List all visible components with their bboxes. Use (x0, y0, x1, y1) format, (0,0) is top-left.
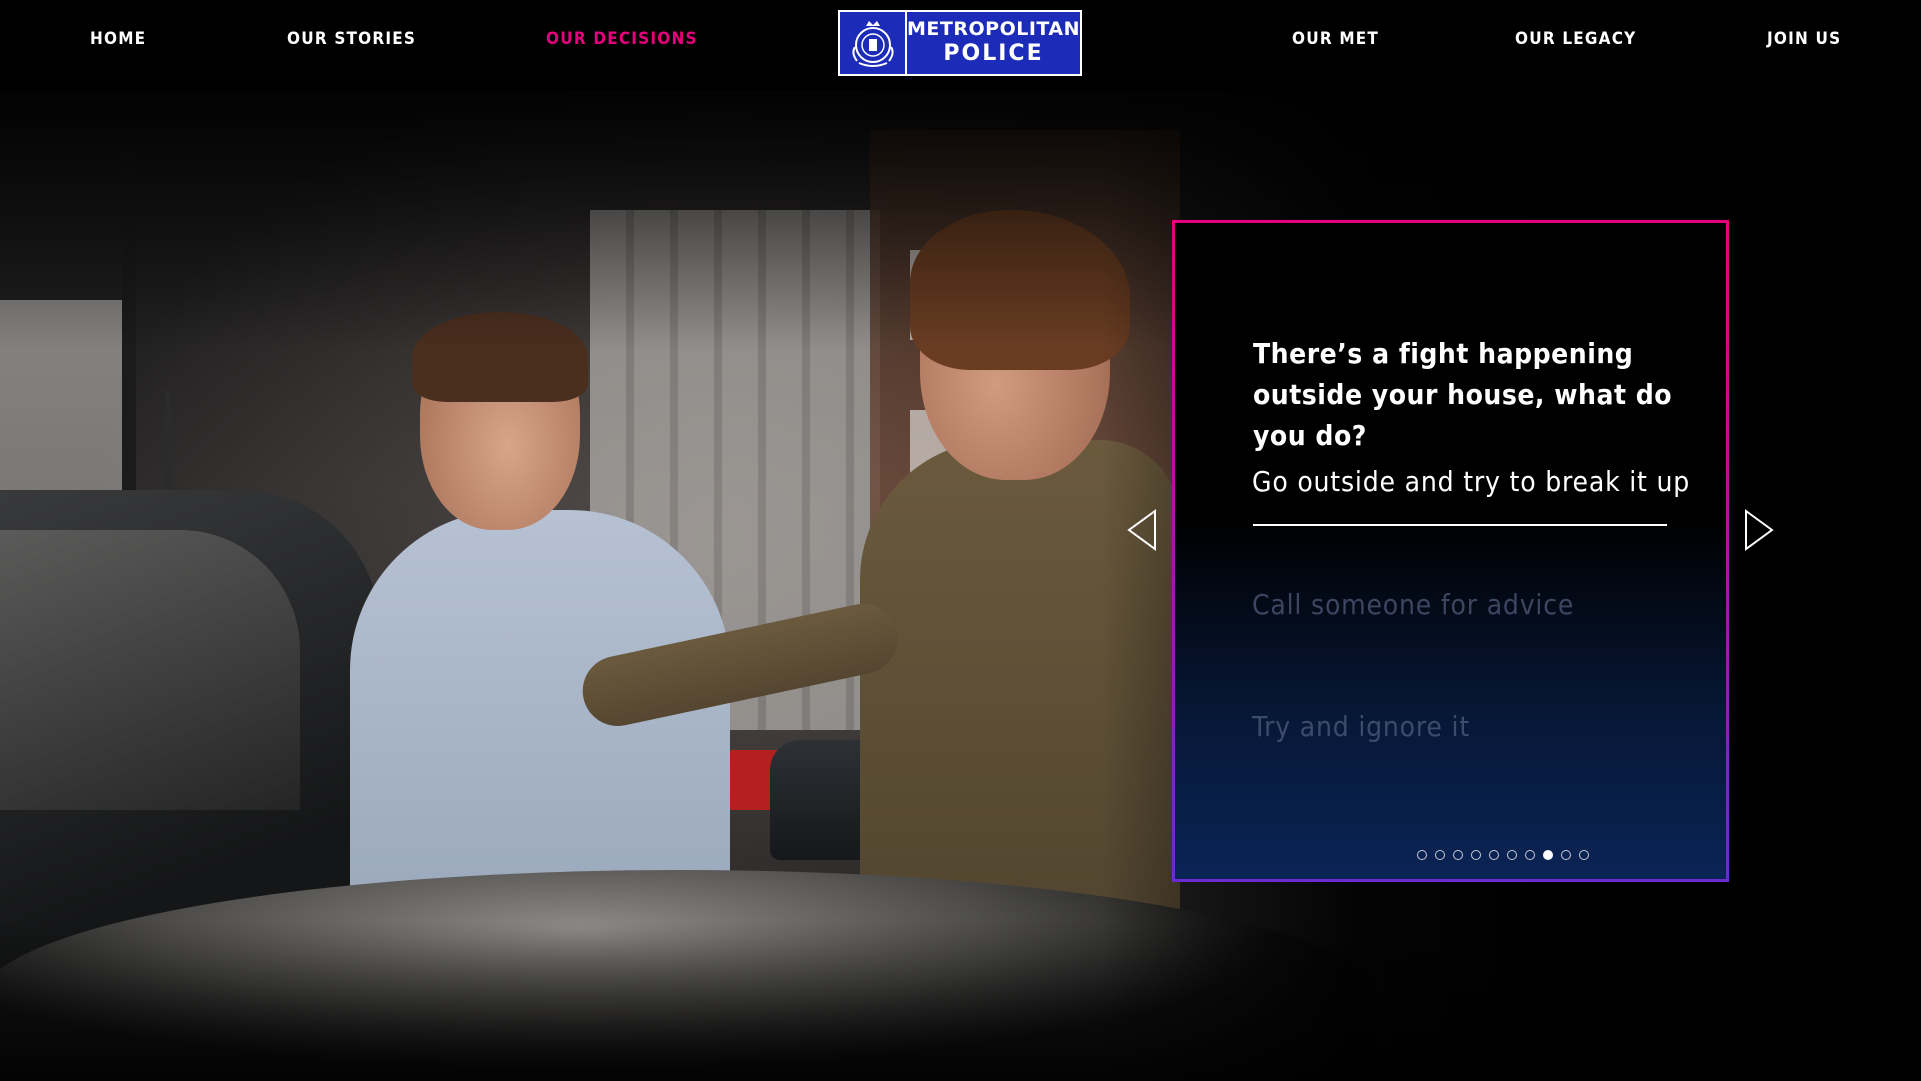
crest-icon (840, 12, 908, 74)
nav-our-decisions[interactable]: OUR DECISIONS (546, 29, 698, 49)
pagination-dot[interactable] (1470, 850, 1481, 860)
nav-join-us[interactable]: JOIN US (1767, 29, 1841, 49)
pagination-dot[interactable] (1416, 850, 1427, 860)
pagination-dot[interactable] (1452, 850, 1463, 860)
answer-option-2[interactable]: Call someone for advice (1252, 588, 1574, 621)
logo-line-1: METROPOLITAN (907, 18, 1080, 41)
pagination-dot[interactable] (1434, 850, 1445, 860)
pagination-dot[interactable] (1578, 850, 1589, 860)
nav-our-stories[interactable]: OUR STORIES (287, 29, 416, 49)
main-nav: HOME OUR STORIES OUR DECISIONS METROPOLI… (0, 0, 1921, 90)
answer-option-1[interactable]: Go outside and try to break it up (1252, 465, 1690, 498)
page: HOME OUR STORIES OUR DECISIONS METROPOLI… (0, 0, 1921, 1081)
nav-home[interactable]: HOME (90, 29, 146, 49)
answer-option-3[interactable]: Try and ignore it (1252, 710, 1470, 743)
selected-answer-underline (1253, 524, 1667, 526)
pagination-dot[interactable] (1560, 850, 1571, 860)
triangle-right-icon[interactable] (1742, 508, 1776, 552)
car-window (0, 530, 300, 810)
scene-fade-bottom (0, 921, 1921, 1081)
question-text: There’s a fight happening outside your h… (1253, 337, 1673, 452)
decision-card: There’s a fight happening outside your h… (1172, 220, 1729, 882)
next-arrow-svg (1745, 509, 1774, 551)
pagination-dot[interactable] (1524, 850, 1535, 860)
prev-arrow-svg (1127, 509, 1156, 551)
pagination-dot[interactable] (1542, 850, 1553, 860)
triangle-left-icon[interactable] (1125, 508, 1159, 552)
pagination-dot[interactable] (1488, 850, 1499, 860)
nav-our-met[interactable]: OUR MET (1292, 29, 1379, 49)
logo-text: METROPOLITAN POLICE (907, 12, 1080, 74)
logo-line-2: POLICE (943, 41, 1044, 67)
pagination-dots (1175, 850, 1726, 860)
nav-our-legacy[interactable]: OUR LEGACY (1515, 29, 1636, 49)
metropolitan-police-logo[interactable]: METROPOLITAN POLICE (838, 10, 1082, 76)
crest-icon-svg (851, 21, 894, 67)
pagination-dot[interactable] (1506, 850, 1517, 860)
